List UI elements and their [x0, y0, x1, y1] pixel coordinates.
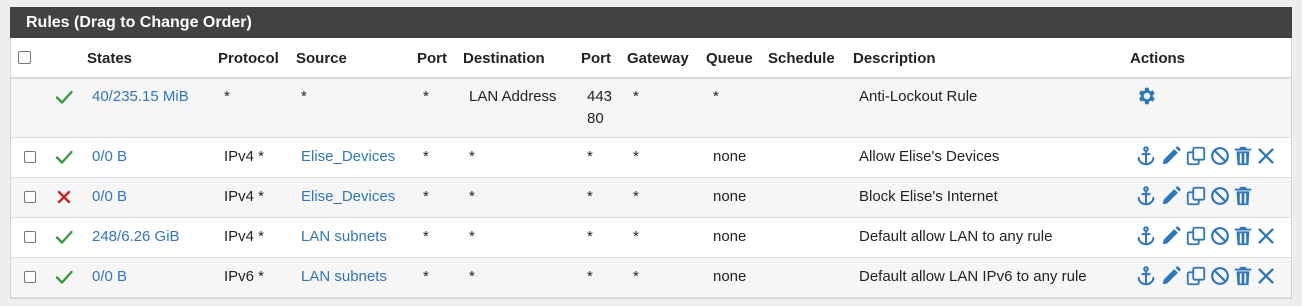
- gateway-cell: *: [633, 88, 639, 105]
- gateway-cell: *: [633, 188, 639, 205]
- trash-icon[interactable]: [1232, 185, 1254, 207]
- header-description: Description: [853, 50, 936, 67]
- trash-icon[interactable]: [1232, 145, 1254, 167]
- gateway-cell: *: [633, 268, 639, 285]
- header-dest-port: Port: [581, 50, 611, 67]
- block-x-icon: [54, 187, 74, 207]
- disable-icon[interactable]: [1209, 145, 1231, 167]
- anchor-icon[interactable]: [1135, 265, 1157, 287]
- description-cell: Anti-Lockout Rule: [859, 88, 978, 105]
- delete-x-icon[interactable]: [1255, 265, 1277, 287]
- pencil-icon[interactable]: [1160, 145, 1182, 167]
- destination-cell: *: [469, 228, 475, 245]
- header-destination: Destination: [463, 50, 545, 67]
- header-port: Port: [417, 50, 447, 67]
- dest-port-cell: *: [587, 188, 593, 205]
- dest-port-cell: *: [587, 268, 593, 285]
- states-link[interactable]: 0/0 B: [92, 268, 127, 285]
- source-link[interactable]: Elise_Devices: [301, 188, 395, 205]
- dest-port-cell: *: [587, 148, 593, 165]
- trash-icon[interactable]: [1232, 225, 1254, 247]
- table-row[interactable]: 248/6.26 GiB IPv4 * LAN subnets * * * * none Def…: [11, 218, 1291, 258]
- gateway-cell: *: [633, 148, 639, 165]
- states-link[interactable]: 0/0 B: [92, 148, 127, 165]
- copy-icon[interactable]: [1185, 145, 1207, 167]
- row-select-checkbox[interactable]: [24, 271, 36, 283]
- header-queue: Queue: [706, 50, 753, 67]
- description-cell: Default allow LAN IPv6 to any rule: [859, 268, 1087, 285]
- destination-cell: LAN Address: [469, 88, 557, 105]
- table-row[interactable]: 40/235.15 MiB * * * LAN Address 443 80 * * Anti-L…: [11, 79, 1291, 138]
- dest-port-cell: *: [587, 228, 593, 245]
- anchor-icon[interactable]: [1135, 225, 1157, 247]
- disable-icon[interactable]: [1209, 265, 1231, 287]
- anchor-icon[interactable]: [1135, 145, 1157, 167]
- protocol-cell: IPv4 *: [224, 148, 265, 165]
- table-row[interactable]: 0/0 B IPv4 * Elise_Devices * * * * none Block El…: [11, 178, 1291, 218]
- states-link[interactable]: 0/0 B: [92, 188, 127, 205]
- protocol-cell: IPv6 *: [224, 268, 265, 285]
- states-link[interactable]: 248/6.26 GiB: [92, 228, 180, 245]
- disable-icon[interactable]: [1209, 225, 1231, 247]
- pass-check-icon: [54, 147, 74, 167]
- queue-cell: *: [713, 88, 719, 105]
- port-cell: *: [423, 88, 429, 105]
- protocol-cell: IPv4 *: [224, 228, 265, 245]
- dest-port-cell: 80: [587, 110, 604, 127]
- pencil-icon[interactable]: [1160, 185, 1182, 207]
- queue-cell: none: [713, 228, 747, 245]
- copy-icon[interactable]: [1185, 225, 1207, 247]
- states-link[interactable]: 40/235.15 MiB: [92, 88, 189, 105]
- delete-x-icon[interactable]: [1255, 225, 1277, 247]
- description-cell: Default allow LAN to any rule: [859, 228, 1053, 245]
- row-select-checkbox[interactable]: [24, 191, 36, 203]
- queue-cell: none: [713, 268, 747, 285]
- header-actions: Actions: [1130, 50, 1186, 67]
- delete-x-icon[interactable]: [1255, 145, 1277, 167]
- description-cell: Block Elise's Internet: [859, 188, 998, 205]
- row-select-checkbox[interactable]: [24, 151, 36, 163]
- select-all-checkbox[interactable]: [18, 51, 31, 64]
- row-select-checkbox[interactable]: [24, 231, 36, 243]
- destination-cell: *: [469, 148, 475, 165]
- anchor-icon[interactable]: [1135, 185, 1157, 207]
- panel-title: Rules (Drag to Change Order): [10, 7, 1292, 38]
- port-cell: *: [423, 268, 429, 285]
- pass-check-icon: [54, 227, 74, 247]
- gear-icon[interactable]: [1135, 85, 1157, 107]
- dest-port-cell: 443: [587, 88, 613, 105]
- header-states: States: [87, 50, 133, 67]
- disable-icon[interactable]: [1209, 185, 1231, 207]
- source-link[interactable]: LAN subnets: [301, 228, 387, 245]
- source-cell: *: [301, 88, 307, 105]
- copy-icon[interactable]: [1185, 265, 1207, 287]
- pass-check-icon: [54, 267, 74, 287]
- pencil-icon[interactable]: [1160, 265, 1182, 287]
- table-row[interactable]: 0/0 B IPv6 * LAN subnets * * * * none Default al…: [11, 258, 1291, 298]
- table-row[interactable]: 0/0 B IPv4 * Elise_Devices * * * * none Allow El…: [11, 138, 1291, 178]
- trash-icon[interactable]: [1232, 265, 1254, 287]
- source-link[interactable]: LAN subnets: [301, 268, 387, 285]
- description-cell: Allow Elise's Devices: [859, 148, 1000, 165]
- destination-cell: *: [469, 188, 475, 205]
- table-header: States Protocol Source Port Destination …: [11, 38, 1291, 79]
- header-source: Source: [296, 50, 347, 67]
- header-protocol: Protocol: [218, 50, 279, 67]
- protocol-cell: *: [224, 88, 230, 105]
- pencil-icon[interactable]: [1160, 225, 1182, 247]
- header-schedule: Schedule: [768, 50, 835, 67]
- destination-cell: *: [469, 268, 475, 285]
- port-cell: *: [423, 188, 429, 205]
- copy-icon[interactable]: [1185, 185, 1207, 207]
- port-cell: *: [423, 228, 429, 245]
- queue-cell: none: [713, 148, 747, 165]
- source-link[interactable]: Elise_Devices: [301, 148, 395, 165]
- rules-panel: Rules (Drag to Change Order) States Prot…: [10, 7, 1292, 299]
- gateway-cell: *: [633, 228, 639, 245]
- pass-check-icon: [54, 87, 74, 107]
- port-cell: *: [423, 148, 429, 165]
- header-gateway: Gateway: [627, 50, 689, 67]
- protocol-cell: IPv4 *: [224, 188, 265, 205]
- queue-cell: none: [713, 188, 747, 205]
